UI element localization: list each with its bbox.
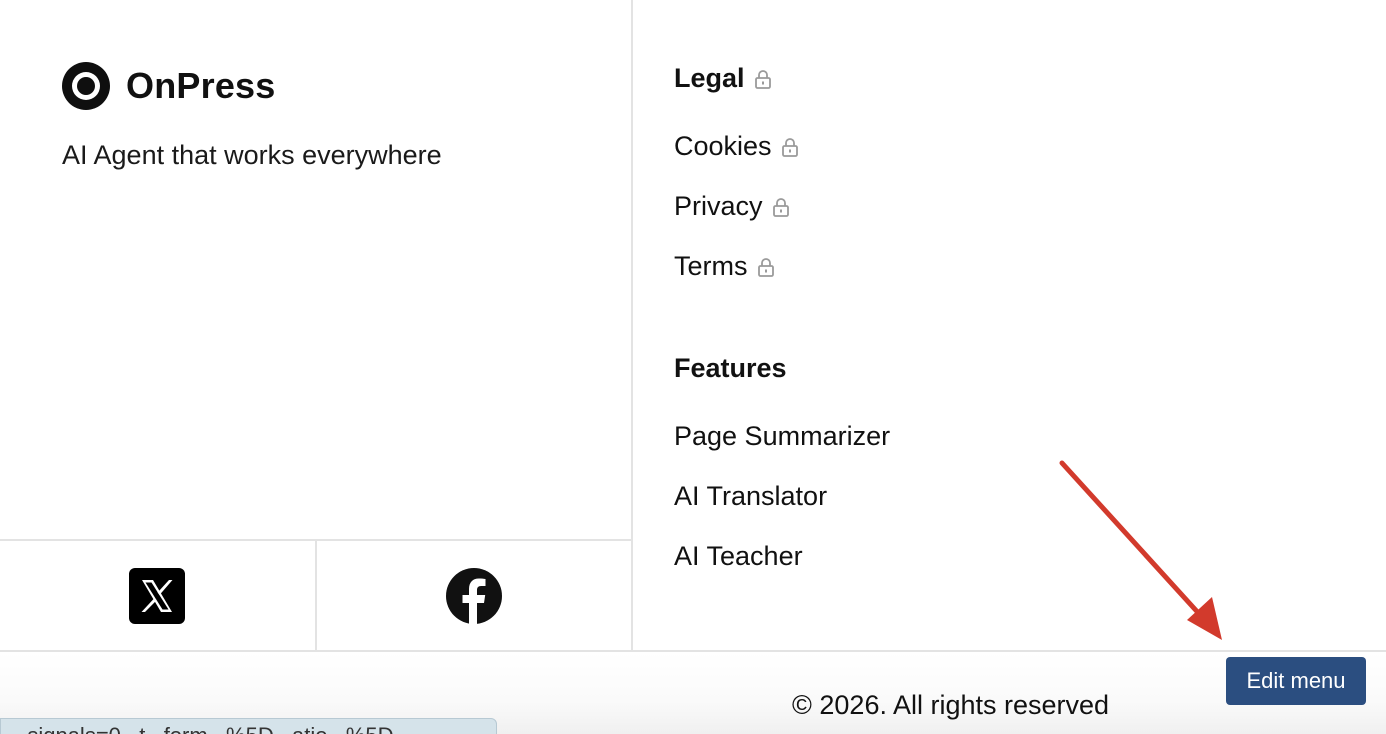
lock-icon: [781, 137, 798, 157]
legal-heading: Legal: [674, 63, 771, 94]
status-url-text: ...signals=0...t...form...%5D...atio...%…: [9, 723, 412, 734]
brand[interactable]: OnPress: [62, 62, 275, 110]
ai-teacher-link[interactable]: AI Teacher: [674, 541, 803, 572]
lock-icon: [757, 257, 774, 277]
features-heading: Features: [674, 353, 787, 383]
cookies-label: Cookies: [674, 131, 772, 161]
status-bar: ...signals=0...t...form...%5D...atio...%…: [0, 718, 497, 734]
terms-label: Terms: [674, 251, 748, 281]
onpress-logo-icon: [62, 62, 110, 110]
facebook-link[interactable]: [314, 541, 632, 650]
lock-icon: [754, 69, 771, 89]
x-icon: [129, 567, 186, 624]
x-link[interactable]: [0, 541, 315, 650]
page-summarizer-link[interactable]: Page Summarizer: [674, 421, 890, 452]
ai-translator-link[interactable]: AI Translator: [674, 481, 827, 512]
brand-name: OnPress: [126, 65, 276, 106]
edit-menu-button[interactable]: Edit menu: [1226, 657, 1366, 705]
social-links: [0, 539, 631, 650]
privacy-link[interactable]: Privacy: [674, 191, 789, 222]
terms-link[interactable]: Terms: [674, 251, 774, 282]
cookies-link[interactable]: Cookies: [674, 131, 798, 162]
facebook-icon: [445, 567, 502, 624]
lock-icon: [772, 197, 789, 217]
copyright-text: © 2026. All rights reserved: [792, 690, 1110, 720]
tagline: AI Agent that works everywhere: [62, 140, 442, 170]
legal-title: Legal: [674, 63, 745, 93]
privacy-label: Privacy: [674, 191, 763, 221]
